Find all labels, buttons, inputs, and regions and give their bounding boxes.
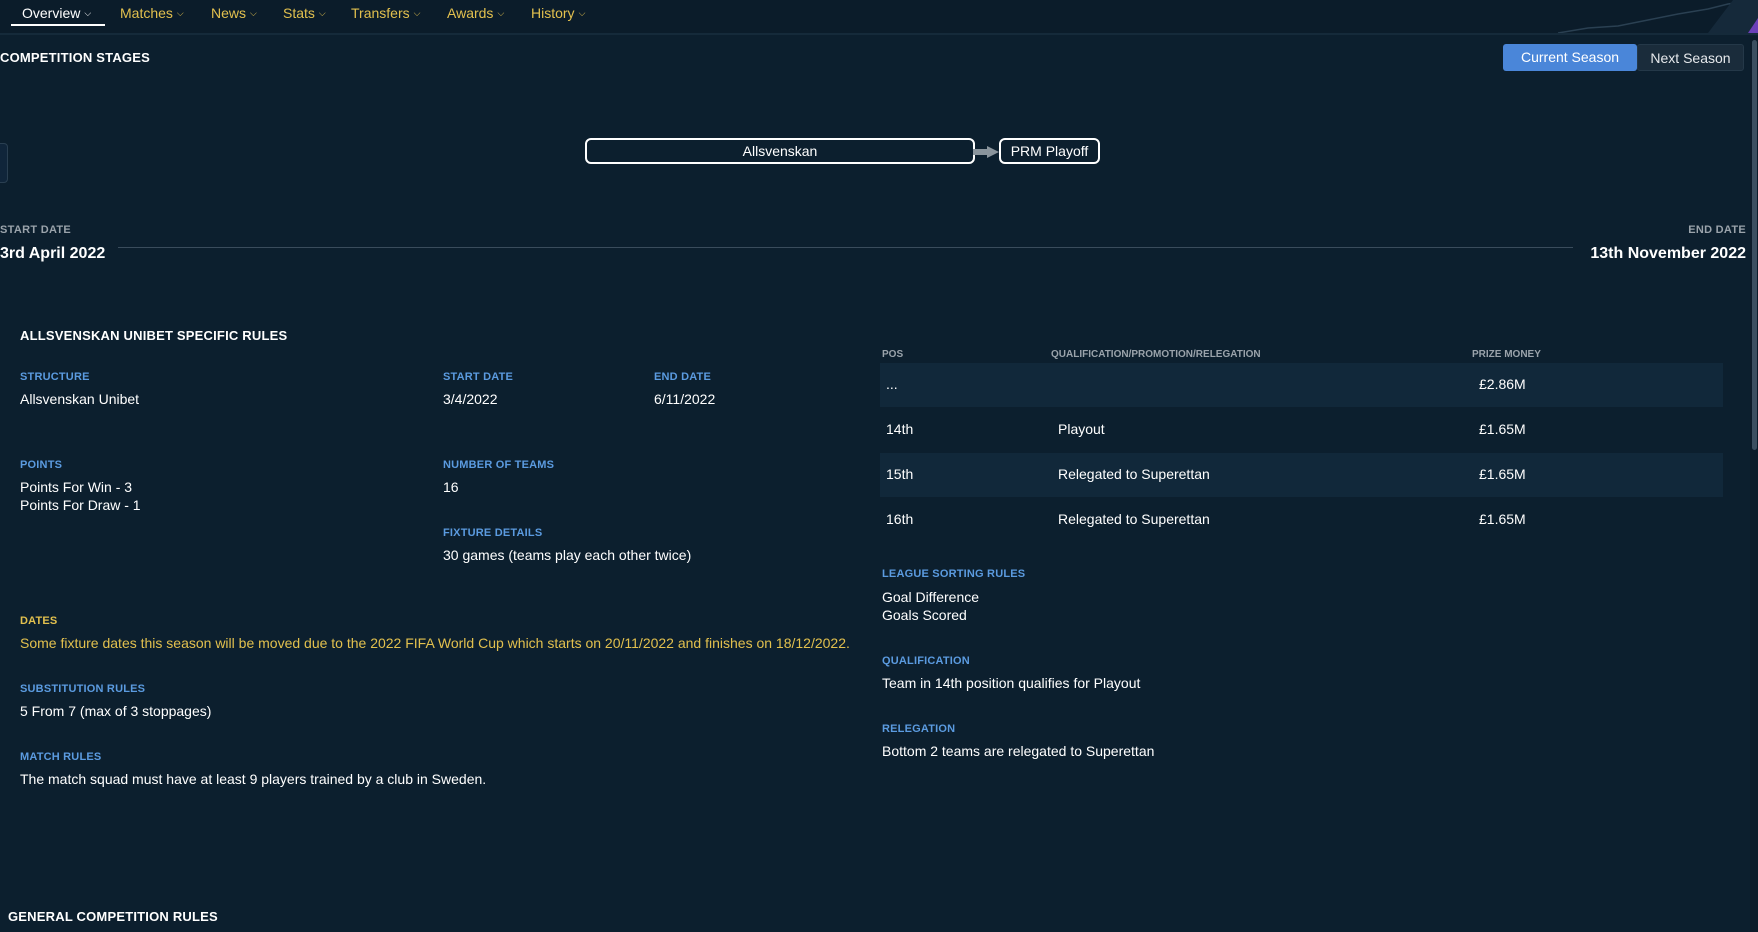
chevron-down-icon: ⌵	[318, 8, 326, 18]
tab-awards[interactable]: Awards ⌵	[447, 5, 504, 27]
start-date-value: 3rd April 2022	[0, 245, 106, 262]
fixture-details-value: 30 games (teams play each other twice)	[443, 547, 692, 563]
start-date-label: START DATE	[0, 224, 72, 236]
row-qualification: Relegated to Superettan	[1058, 466, 1210, 482]
table-row[interactable]: 14th Playout £1.65M	[880, 408, 1723, 452]
section-title-general-rules: GENERAL COMPETITION RULES	[8, 909, 218, 924]
table-row[interactable]: ... £2.86M	[880, 363, 1723, 407]
rules-start-date-label: START DATE	[443, 371, 514, 383]
structure-value: Allsvenskan Unibet	[20, 391, 140, 407]
table-header-prize: PRIZE MONEY	[1472, 349, 1541, 360]
tab-transfers-label: Transfers	[351, 5, 410, 21]
points-win: Points For Win - 3	[20, 479, 133, 495]
match-rules-value: The match squad must have at least 9 pla…	[20, 771, 487, 787]
row-prize: £1.65M	[1479, 421, 1526, 437]
table-row[interactable]: 15th Relegated to Superettan £1.65M	[880, 453, 1723, 497]
header-decoration	[1558, 0, 1758, 33]
qualification-label: QUALIFICATION	[882, 655, 970, 667]
dates-label: DATES	[20, 615, 58, 627]
chevron-down-icon: ⌵	[84, 8, 92, 18]
active-tab-indicator	[11, 24, 105, 26]
match-rules-label: MATCH RULES	[20, 751, 102, 763]
rules-end-date-value: 6/11/2022	[654, 391, 716, 407]
tab-history-label: History	[531, 5, 575, 21]
top-nav: Overview ⌵ Matches ⌵ News ⌵ Stats ⌵ Transfer…	[0, 0, 1758, 35]
stage-prm-playoff[interactable]: PRM Playoff	[999, 138, 1100, 164]
section-title-competition-stages: COMPETITION STAGES	[0, 50, 150, 65]
tab-news-label: News	[211, 5, 247, 21]
row-qualification: Relegated to Superettan	[1058, 511, 1210, 527]
row-pos: ...	[886, 376, 898, 392]
row-prize: £1.65M	[1479, 466, 1526, 482]
substitution-rules-value: 5 From 7 (max of 3 stoppages)	[20, 703, 212, 719]
tab-matches[interactable]: Matches ⌵	[120, 5, 184, 27]
row-prize: £1.65M	[1479, 511, 1526, 527]
tab-overview-label: Overview	[22, 5, 81, 21]
row-pos: 14th	[886, 421, 914, 437]
row-pos: 16th	[886, 511, 914, 527]
chevron-down-icon: ⌵	[250, 8, 257, 18]
row-prize: £2.86M	[1479, 376, 1526, 392]
scrollbar-thumb[interactable]	[1752, 40, 1757, 450]
chevron-down-icon: ⌵	[497, 8, 505, 18]
substitution-rules-label: SUBSTITUTION RULES	[20, 683, 146, 695]
stage-allsvenskan[interactable]: Allsvenskan	[585, 138, 975, 164]
relegation-label: RELEGATION	[882, 723, 956, 735]
tab-transfers[interactable]: Transfers ⌵	[351, 5, 420, 27]
number-of-teams-value: 16	[443, 479, 459, 495]
row-qualification: Playout	[1058, 421, 1105, 437]
tab-news[interactable]: News ⌵	[211, 5, 257, 27]
relegation-value: Bottom 2 teams are relegated to Superett…	[882, 743, 1155, 759]
chevron-down-icon: ⌵	[578, 8, 586, 18]
points-label: POINTS	[20, 459, 63, 471]
next-season-button[interactable]: Next Season	[1637, 44, 1744, 71]
current-season-button[interactable]: Current Season	[1503, 44, 1637, 71]
stage-arrow-icon	[973, 146, 999, 158]
sorting-rule-goals-scored: Goals Scored	[882, 607, 967, 623]
fixture-details-label: FIXTURE DETAILS	[443, 527, 543, 539]
end-date-label: END DATE	[1688, 224, 1746, 236]
section-title-specific-rules: ALLSVENSKAN UNIBET SPECIFIC RULES	[20, 328, 288, 343]
number-of-teams-label: NUMBER OF TEAMS	[443, 459, 555, 471]
rules-end-date-label: END DATE	[654, 371, 712, 383]
dates-note: Some fixture dates this season will be m…	[20, 635, 850, 651]
side-collapse-handle[interactable]	[0, 143, 8, 183]
tab-awards-label: Awards	[447, 5, 494, 21]
chevron-down-icon: ⌵	[413, 8, 421, 18]
table-header-pos: POS	[882, 349, 904, 360]
table-row[interactable]: 16th Relegated to Superettan £1.65M	[880, 498, 1723, 542]
sorting-rule-goal-difference: Goal Difference	[882, 589, 980, 605]
season-timeline	[118, 247, 1573, 248]
table-header-qualification: QUALIFICATION/PROMOTION/RELEGATION	[1051, 349, 1261, 360]
row-pos: 15th	[886, 466, 914, 482]
end-date-value: 13th November 2022	[1590, 245, 1746, 262]
tab-stats[interactable]: Stats ⌵	[283, 5, 326, 27]
league-sorting-label: LEAGUE SORTING RULES	[882, 568, 1026, 580]
chevron-down-icon: ⌵	[176, 8, 184, 18]
rules-start-date-value: 3/4/2022	[443, 391, 498, 407]
tab-matches-label: Matches	[120, 5, 173, 21]
tab-stats-label: Stats	[283, 5, 315, 21]
tab-history[interactable]: History ⌵	[531, 5, 585, 27]
qualification-value: Team in 14th position qualifies for Play…	[882, 675, 1141, 691]
points-draw: Points For Draw - 1	[20, 497, 141, 513]
structure-label: STRUCTURE	[20, 371, 90, 383]
